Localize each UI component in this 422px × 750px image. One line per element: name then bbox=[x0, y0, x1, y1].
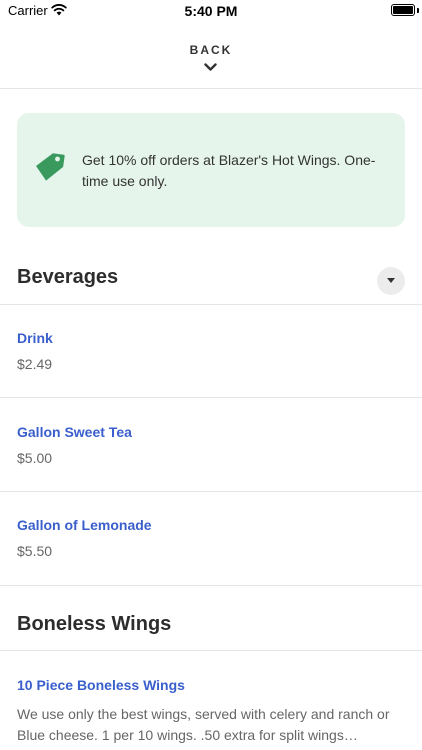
status-bar: Carrier 5:40 PM bbox=[0, 0, 422, 22]
item-name: Gallon of Lemonade bbox=[17, 517, 152, 533]
divider bbox=[0, 491, 422, 492]
section-title: Beverages bbox=[17, 266, 119, 288]
promo-banner: Get 10% off orders at Blazer's Hot Wings… bbox=[17, 113, 405, 227]
back-button[interactable]: BACK bbox=[0, 22, 422, 89]
collapse-button[interactable] bbox=[377, 267, 405, 295]
section-title: Boneless Wings bbox=[17, 613, 172, 635]
chevron-down-icon bbox=[204, 63, 217, 71]
divider bbox=[0, 650, 422, 651]
menu-item-gallon-of-lemonade[interactable]: Gallon of Lemonade $5.50 bbox=[0, 517, 422, 567]
caret-down-icon bbox=[387, 278, 395, 283]
divider bbox=[0, 397, 422, 398]
menu-item-gallon-sweet-tea[interactable]: Gallon Sweet Tea $5.00 bbox=[0, 424, 422, 474]
section-header-beverages: Beverages bbox=[0, 254, 422, 304]
battery-icon bbox=[391, 4, 415, 16]
tag-icon bbox=[35, 153, 65, 181]
clock: 5:40 PM bbox=[184, 3, 238, 19]
divider bbox=[0, 304, 422, 305]
back-label: BACK bbox=[189, 43, 233, 57]
promo-text: Get 10% off orders at Blazer's Hot Wings… bbox=[82, 152, 376, 189]
item-price: $5.00 bbox=[17, 450, 53, 466]
battery-nub bbox=[417, 8, 419, 13]
item-name: Drink bbox=[17, 330, 53, 346]
divider bbox=[0, 585, 422, 586]
item-description: We use only the best wings, served with … bbox=[17, 706, 390, 743]
menu-item-drink[interactable]: Drink $2.49 bbox=[0, 330, 422, 380]
item-price: $5.50 bbox=[17, 543, 53, 559]
item-name: Gallon Sweet Tea bbox=[17, 424, 132, 440]
menu-item-10-piece-boneless-wings[interactable]: 10 Piece Boneless Wings We use only the … bbox=[0, 677, 422, 747]
item-name: 10 Piece Boneless Wings bbox=[17, 677, 185, 693]
item-price: $2.49 bbox=[17, 356, 53, 372]
section-header-boneless-wings: Boneless Wings bbox=[0, 601, 422, 651]
